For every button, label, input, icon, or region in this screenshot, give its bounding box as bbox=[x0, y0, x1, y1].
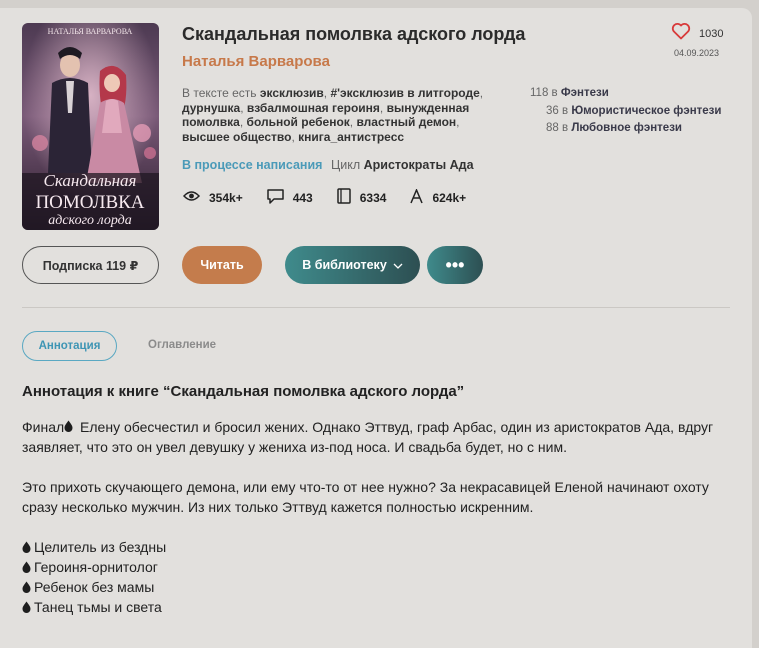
fire-drop-icon bbox=[22, 601, 31, 613]
like-count: 1030 bbox=[699, 27, 724, 40]
read-button[interactable]: Читать bbox=[182, 246, 262, 284]
chars-stat: 624k+ bbox=[410, 187, 467, 207]
comment-icon bbox=[266, 188, 284, 207]
annotation-paragraph: Это прихоть скучающего демона, или ему ч… bbox=[22, 479, 709, 515]
annotation-p1-start: Финал bbox=[22, 419, 65, 435]
annotation-paragraph: Финал Елену обесчестил и бросил жених. О… bbox=[22, 417, 722, 457]
book-author[interactable]: Наталья Варварова bbox=[182, 53, 330, 70]
fire-drop-icon bbox=[22, 561, 31, 573]
letter-a-icon bbox=[410, 187, 424, 207]
tab-contents[interactable]: Оглавление bbox=[148, 339, 216, 351]
genre-ratings: 118 в Фэнтези 36 в Юмористическое фэнтез… bbox=[530, 85, 721, 138]
rating-genre[interactable]: Любовное фэнтези bbox=[571, 122, 682, 134]
eye-icon bbox=[182, 190, 201, 205]
tag[interactable]: #'эксклюзив в литгороде bbox=[330, 86, 479, 100]
tags-list: В тексте есть эксклюзив, #'эксклюзив в л… bbox=[182, 86, 484, 144]
annotation-heading: Аннотация к книге “Скандальная помолвка … bbox=[22, 383, 465, 400]
tab-annotation[interactable]: Аннотация bbox=[22, 331, 117, 361]
cover-title-3: адского лорда bbox=[48, 213, 131, 228]
cycle: Цикл Аристократы Ада bbox=[331, 158, 474, 172]
book-cover[interactable]: НАТАЛЬЯ ВАРВАРОВА Скандальная ПОМОЛВКА а… bbox=[22, 23, 159, 230]
views-stat: 354k+ bbox=[182, 190, 243, 205]
library-label: В библиотеку bbox=[302, 258, 387, 272]
divider bbox=[22, 307, 730, 308]
rating-genre[interactable]: Юмористическое фэнтези bbox=[571, 105, 721, 117]
rating-in: в bbox=[562, 104, 569, 117]
tag[interactable]: больной ребенок bbox=[247, 115, 350, 129]
add-to-library-button[interactable]: В библиотеку bbox=[285, 246, 420, 284]
tag[interactable]: взбалмошная героиня bbox=[247, 101, 380, 115]
more-options-button[interactable]: ••• bbox=[427, 246, 483, 284]
list-item-text: Героиня-орнитолог bbox=[34, 559, 158, 575]
cover-title-1: Скандальная bbox=[44, 171, 137, 190]
publish-date: 04.09.2023 bbox=[674, 48, 720, 58]
tags-prefix: В тексте есть bbox=[182, 86, 257, 100]
tag[interactable]: эксклюзив bbox=[260, 86, 324, 100]
views-count: 354k+ bbox=[209, 190, 243, 205]
chars-count: 624k+ bbox=[432, 190, 467, 205]
list-item: Ребенок без мамы bbox=[22, 577, 722, 597]
cycle-link[interactable]: Аристократы Ада bbox=[364, 158, 474, 172]
list-item: Танец тьмы и света bbox=[22, 597, 722, 617]
rating-in: в bbox=[551, 87, 558, 99]
annotation-p1-rest: Елену обесчестил и бросил жених. Однако … bbox=[22, 419, 714, 455]
comments-count: 443 bbox=[292, 190, 313, 205]
book-stats: 354k+ 443 6334 624k+ bbox=[182, 187, 490, 207]
tag[interactable]: книга_антистресс bbox=[298, 130, 404, 144]
cycle-label: Цикл bbox=[331, 158, 361, 172]
list-item: Целитель из бездны bbox=[22, 537, 722, 557]
writing-status: В процессе написания bbox=[182, 158, 323, 172]
fire-drop-icon bbox=[22, 581, 31, 593]
rating-genre[interactable]: Фэнтези bbox=[561, 87, 609, 99]
pages-stat: 6334 bbox=[336, 188, 387, 207]
list-item: Героиня-орнитолог bbox=[22, 557, 722, 577]
cover-author: НАТАЛЬЯ ВАРВАРОВА bbox=[48, 27, 133, 36]
rating-in: в bbox=[562, 122, 569, 134]
heart-icon[interactable] bbox=[671, 22, 691, 45]
fire-drop-icon bbox=[22, 541, 31, 553]
fire-drop-icon bbox=[64, 420, 73, 432]
subscribe-button[interactable]: Подписка 119 ₽ bbox=[22, 246, 159, 284]
cover-title-2: ПОМОЛВКА bbox=[35, 192, 144, 213]
rating-rank: 36 bbox=[546, 104, 559, 117]
pages-count: 6334 bbox=[359, 190, 387, 205]
book-icon bbox=[336, 188, 351, 207]
tag[interactable]: властный демон bbox=[356, 115, 456, 129]
rating-rank: 118 bbox=[530, 87, 549, 99]
annotation-text: Финал Елену обесчестил и бросил жених. О… bbox=[22, 417, 722, 617]
like-button[interactable]: 1030 bbox=[671, 22, 723, 45]
rating-rank: 88 bbox=[546, 122, 559, 134]
list-item-text: Целитель из бездны bbox=[34, 539, 167, 555]
rating-row: 118 в Фэнтези bbox=[530, 85, 721, 103]
comments-stat: 443 bbox=[266, 188, 313, 207]
cover-illustration: НАТАЛЬЯ ВАРВАРОВА Скандальная ПОМОЛВКА а… bbox=[22, 23, 159, 230]
list-item-text: Ребенок без мамы bbox=[34, 579, 155, 595]
chevron-down-icon bbox=[393, 258, 403, 272]
rating-row: 88 в Любовное фэнтези bbox=[530, 120, 721, 138]
tag[interactable]: дурнушка bbox=[182, 101, 240, 115]
list-item-text: Танец тьмы и света bbox=[34, 599, 162, 615]
tag[interactable]: высшее общество bbox=[182, 130, 291, 144]
book-title: Скандальная помолвка адского лорда bbox=[182, 24, 526, 44]
rating-row: 36 в Юмористическое фэнтези bbox=[530, 103, 721, 121]
